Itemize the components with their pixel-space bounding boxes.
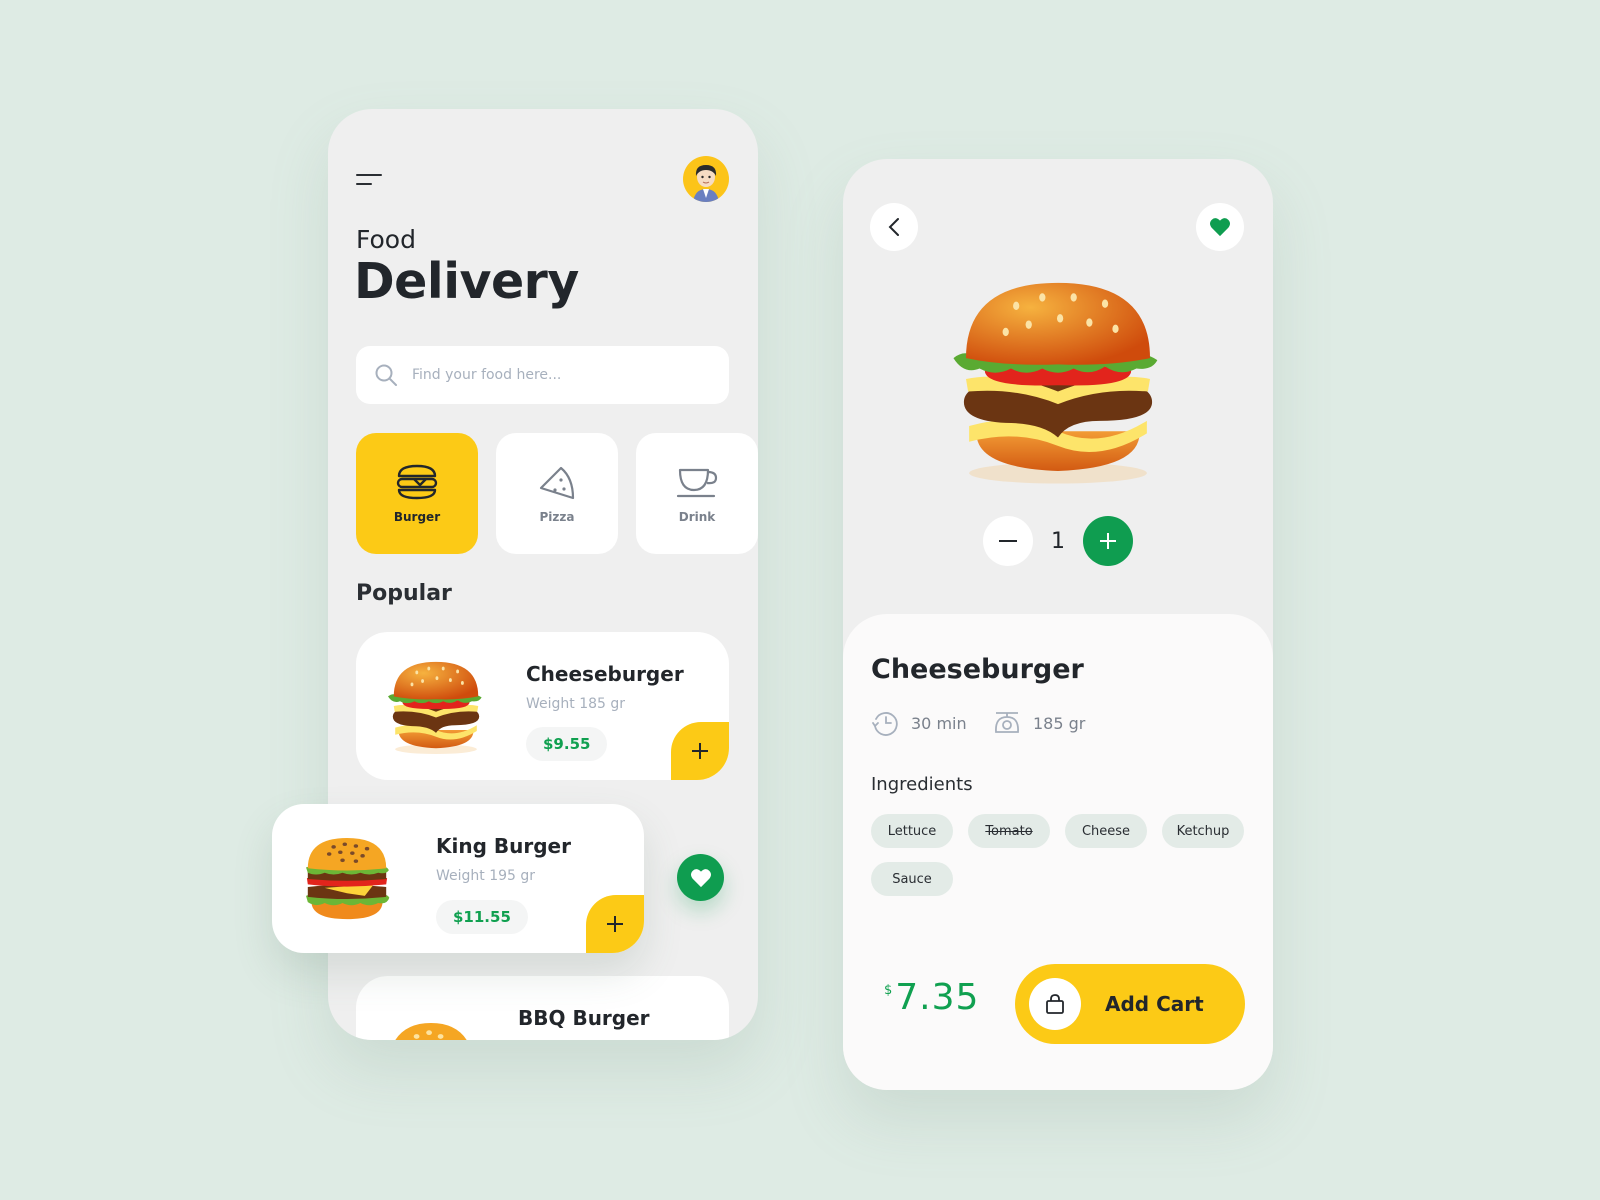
plus-icon bbox=[1100, 533, 1116, 549]
title-food: Food bbox=[356, 225, 416, 254]
quantity-stepper: 1 bbox=[983, 516, 1133, 566]
prep-time-value: 30 min bbox=[911, 713, 967, 733]
food-name: King Burger bbox=[436, 834, 571, 858]
plus-icon bbox=[607, 916, 623, 932]
currency-symbol: $ bbox=[884, 983, 893, 998]
favorite-button[interactable] bbox=[1196, 203, 1244, 251]
food-name: Cheeseburger bbox=[526, 662, 684, 686]
food-card-cheeseburger[interactable]: Cheeseburger Weight 185 gr $9.55 bbox=[356, 632, 729, 780]
category-pizza[interactable]: Pizza bbox=[496, 433, 618, 554]
food-name: BBQ Burger bbox=[518, 1006, 650, 1030]
category-label: Burger bbox=[393, 509, 441, 524]
search-bar[interactable] bbox=[356, 346, 729, 404]
category-label: Drink bbox=[678, 509, 716, 524]
ingredient-chip[interactable]: Cheese bbox=[1065, 814, 1147, 848]
heart-icon bbox=[690, 868, 711, 887]
bag-icon-wrap bbox=[1029, 978, 1081, 1030]
weight-value: 185 gr bbox=[1033, 713, 1086, 733]
shopping-bag-icon bbox=[1046, 994, 1064, 1014]
menu-icon[interactable] bbox=[356, 171, 386, 191]
food-weight: Weight 185 gr bbox=[526, 696, 626, 712]
prep-time: 30 min bbox=[871, 710, 967, 736]
decrease-button[interactable] bbox=[983, 516, 1033, 566]
scale-icon bbox=[995, 712, 1019, 733]
food-price: $9.55 bbox=[526, 727, 608, 761]
pizza-icon bbox=[539, 466, 575, 499]
burger-icon bbox=[396, 464, 438, 499]
add-cart-label: Add Cart bbox=[1105, 992, 1204, 1016]
king-burger-image bbox=[298, 830, 396, 928]
ingredients-title: Ingredients bbox=[871, 774, 973, 795]
ingredient-chip[interactable]: Lettuce bbox=[871, 814, 953, 848]
favorite-button[interactable] bbox=[677, 854, 724, 901]
add-to-cart-button[interactable] bbox=[586, 895, 644, 953]
category-burger[interactable]: Burger bbox=[356, 433, 478, 554]
minus-icon bbox=[999, 540, 1017, 542]
food-card-king-burger[interactable]: King Burger Weight 195 gr $11.55 bbox=[272, 804, 644, 953]
section-title-popular: Popular bbox=[356, 581, 452, 606]
quantity-value: 1 bbox=[1051, 528, 1065, 554]
ingredient-chip[interactable]: Sauce bbox=[871, 862, 953, 896]
detail-sheet: Cheeseburger 30 min 185 gr Ingredients L… bbox=[843, 614, 1273, 1090]
clock-history-icon bbox=[872, 712, 898, 736]
heart-icon bbox=[1210, 218, 1230, 237]
add-cart-button[interactable]: Add Cart bbox=[1015, 964, 1245, 1044]
title-delivery: Delivery bbox=[354, 253, 579, 310]
search-icon bbox=[375, 364, 397, 386]
ingredient-list: Lettuce Tomato Cheese Ketchup Sauce bbox=[871, 814, 1251, 896]
category-list: Burger Pizza Drink bbox=[356, 433, 758, 554]
category-drink[interactable]: Drink bbox=[636, 433, 758, 554]
food-weight: Weight 195 gr bbox=[436, 868, 536, 884]
total-amount: 7.35 bbox=[895, 977, 980, 1018]
category-label: Pizza bbox=[539, 509, 575, 524]
bbq-burger-image bbox=[395, 1023, 467, 1040]
avatar[interactable] bbox=[683, 156, 729, 202]
cup-icon bbox=[676, 468, 718, 497]
total-price: $ 7.35 bbox=[884, 977, 979, 1018]
chevron-left-icon bbox=[888, 218, 899, 236]
ingredient-chip[interactable]: Ketchup bbox=[1162, 814, 1244, 848]
plus-icon bbox=[692, 743, 708, 759]
food-price: $11.55 bbox=[436, 900, 528, 934]
food-card-bbq-burger[interactable]: BBQ Burger bbox=[356, 976, 729, 1040]
product-weight: 185 gr bbox=[993, 710, 1085, 736]
increase-button[interactable] bbox=[1083, 516, 1133, 566]
search-input[interactable] bbox=[412, 367, 692, 383]
add-to-cart-button[interactable] bbox=[671, 722, 729, 780]
product-name: Cheeseburger bbox=[871, 654, 1084, 685]
cheeseburger-image bbox=[383, 658, 489, 754]
detail-screen: 1 Cheeseburger 30 min 185 gr Ingredients… bbox=[843, 159, 1273, 1090]
cheeseburger-hero-image bbox=[943, 269, 1173, 489]
back-button[interactable] bbox=[870, 203, 918, 251]
ingredient-chip[interactable]: Tomato bbox=[968, 814, 1050, 848]
